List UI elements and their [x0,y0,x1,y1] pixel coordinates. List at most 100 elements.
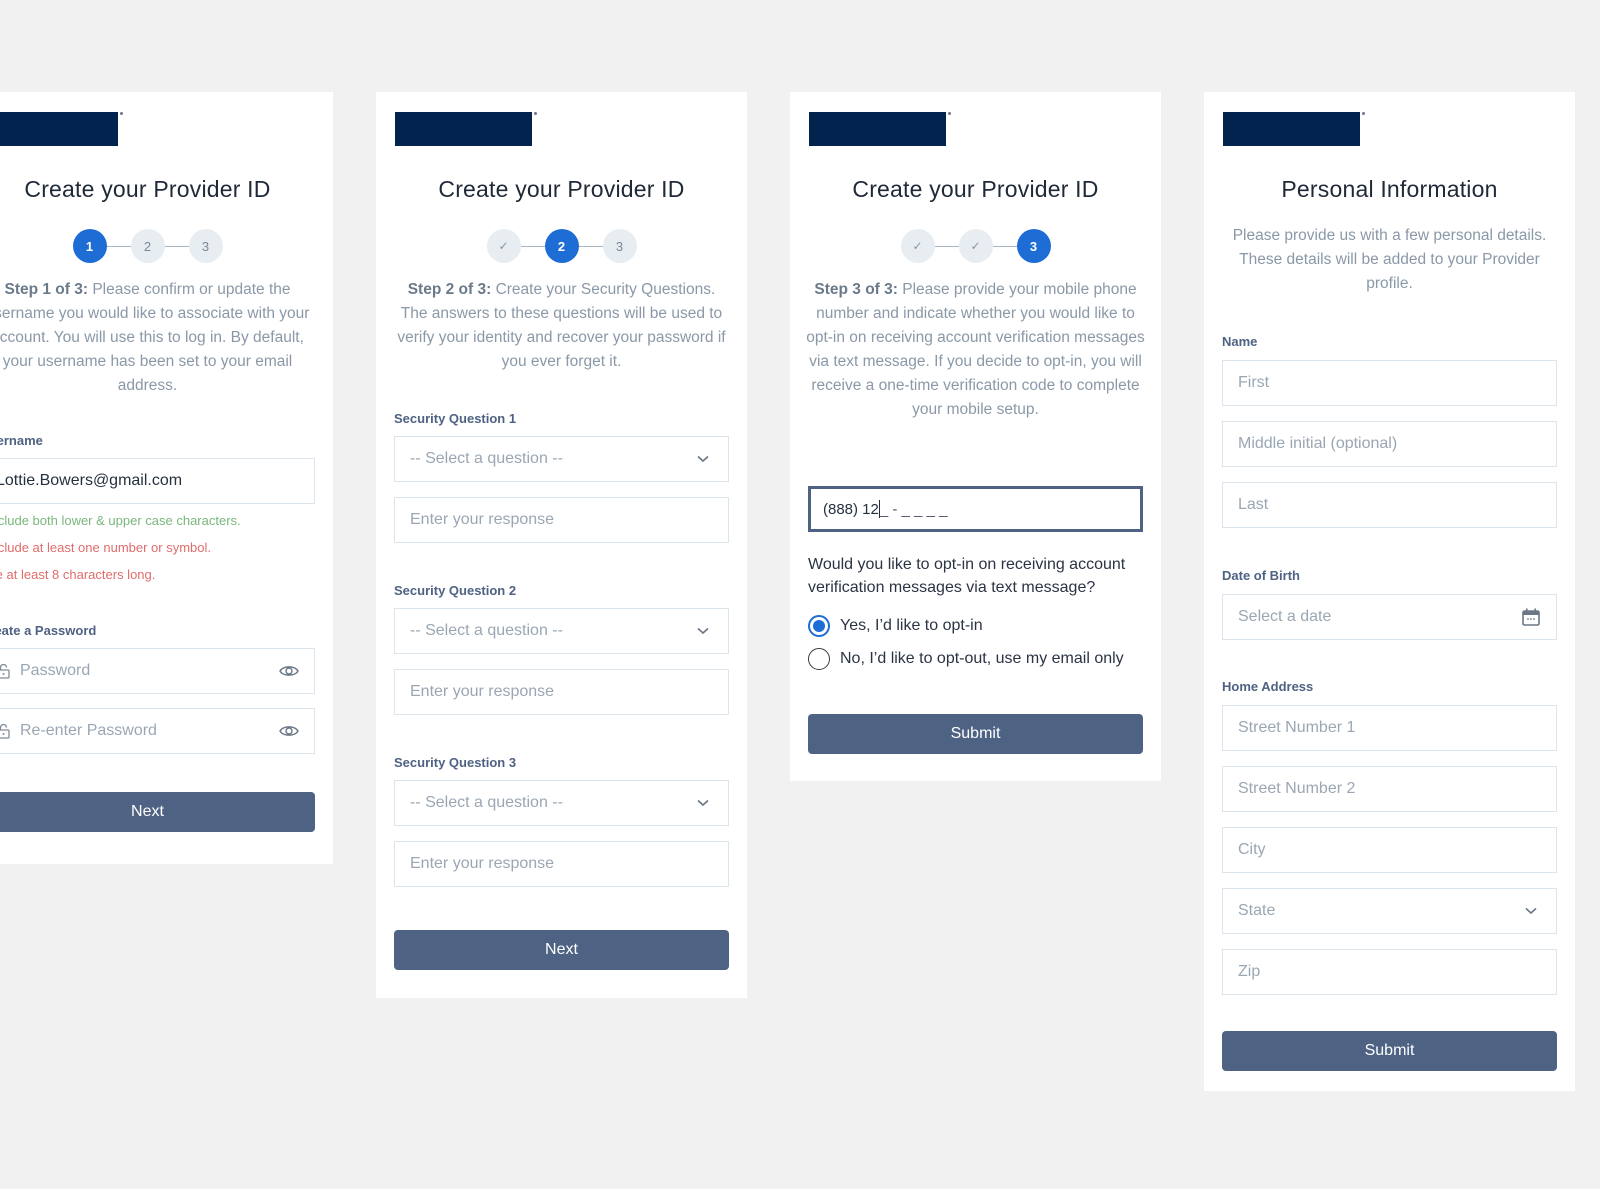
radio-unchecked-icon[interactable] [808,648,830,670]
personal-description: Please provide us with a few personal de… [1232,227,1547,292]
submit-button[interactable]: Submit [808,714,1143,754]
step1-panel: Create your Provider ID 1 2 3 Step 1 of … [0,92,333,864]
first-name-placeholder: First [1238,374,1270,391]
stepper: ✓ ✓ 3 [790,229,1161,263]
step-description: Step 1 of 3: Please confirm or update th… [0,278,315,398]
step-description-bold: Step 3 of 3: [814,281,898,298]
logo [1223,112,1365,146]
city-input[interactable]: City [1222,827,1557,873]
phone-typed-value: (888) 12 [823,500,879,518]
username-label: Username [0,433,43,448]
security-question-2-label: Security Question 2 [394,583,517,598]
response-placeholder: Enter your response [410,683,555,700]
opt-out-radio[interactable]: No, I’d like to opt-out, use my email on… [808,648,1124,670]
chevron-down-icon [1521,901,1541,921]
step-complete-check-icon: ✓ [486,229,521,263]
zip-placeholder: Zip [1238,963,1261,980]
middle-initial-input[interactable]: Middle initial (optional) [1222,421,1557,467]
eye-icon[interactable] [279,661,299,681]
step-connector [992,245,1017,247]
dob-input[interactable]: Select a date [1222,594,1557,640]
step-connector [578,245,603,247]
response-placeholder: Enter your response [410,855,555,872]
security-response-3-input[interactable]: Enter your response [394,841,729,887]
lock-icon [0,662,10,680]
street1-placeholder: Street Number 1 [1238,719,1356,736]
name-label: Name [1222,334,1258,349]
page-title: Create your Provider ID [438,176,685,202]
stepper: ✓ 2 3 [376,229,747,263]
street2-placeholder: Street Number 2 [1238,780,1356,797]
phone-mask: _ - _ _ _ _ [879,500,948,518]
security-question-1-select[interactable]: -- Select a question -- [394,436,729,482]
security-question-3-label: Security Question 3 [394,755,517,770]
step3-panel: Create your Provider ID ✓ ✓ 3 Step 3 of … [790,92,1161,781]
dob-label: Date of Birth [1222,568,1300,583]
logo [809,112,951,146]
security-question-3-select[interactable]: -- Select a question -- [394,780,729,826]
step-description-bold: Step 2 of 3: [407,281,492,298]
opt-out-label: No, I’d like to opt-out, use my email on… [840,650,1124,667]
opt-in-question: Would you like to opt-in on receiving ac… [808,556,1126,596]
personal-information-panel: Personal Information Please provide us w… [1204,92,1575,1091]
last-name-input[interactable]: Last [1222,482,1557,528]
step-connector [520,245,545,247]
password-input[interactable]: Password [0,648,315,694]
password-rule-case: Include both lower & upper case characte… [0,513,241,528]
calendar-icon[interactable] [1521,607,1541,627]
submit-button[interactable]: Submit [1222,1031,1557,1071]
state-placeholder: State [1238,902,1276,919]
step2-panel: Create your Provider ID ✓ 2 3 Step 2 of … [376,92,747,998]
radio-checked-icon[interactable] [808,615,830,637]
chevron-down-icon [693,449,713,469]
street2-input[interactable]: Street Number 2 [1222,766,1557,812]
step-indicator-1: 1 [72,229,107,263]
step-connector [106,245,131,247]
username-input[interactable]: Lottie.Bowers@gmail.com [0,458,315,504]
step-description-bold: Step 1 of 3: [4,281,89,298]
city-placeholder: City [1238,841,1266,858]
security-question-2-select[interactable]: -- Select a question -- [394,608,729,654]
last-name-placeholder: Last [1238,496,1269,513]
password-rule-number: Include at least one number or symbol. [0,540,212,555]
select-placeholder: -- Select a question -- [410,794,563,811]
step-indicator-3: 3 [602,229,637,263]
step-connector [164,245,189,247]
street1-input[interactable]: Street Number 1 [1222,705,1557,751]
page-title: Create your Provider ID [852,176,1099,202]
page-title: Personal Information [1281,176,1498,202]
reenter-password-placeholder: Re-enter Password [20,722,157,739]
mobile-phone-input[interactable]: (888) 12 _ - _ _ _ _ [808,486,1143,532]
security-response-1-input[interactable]: Enter your response [394,497,729,543]
stepper: 1 2 3 [0,229,333,263]
select-placeholder: -- Select a question -- [410,450,563,467]
step-description-text: Please provide your mobile phone number … [806,281,1145,418]
security-response-2-input[interactable]: Enter your response [394,669,729,715]
step-indicator-2: 2 [130,229,165,263]
dob-placeholder: Select a date [1238,608,1332,625]
home-address-label: Home Address [1222,679,1314,694]
zip-input[interactable]: Zip [1222,949,1557,995]
reenter-password-input[interactable]: Re-enter Password [0,708,315,754]
opt-in-yes-radio[interactable]: Yes, I’d like to opt-in [808,615,983,637]
middle-initial-placeholder: Middle initial (optional) [1238,435,1398,452]
eye-icon[interactable] [279,721,299,741]
lock-icon [0,722,10,740]
opt-in-yes-label: Yes, I’d like to opt-in [840,617,983,634]
password-rule-length: Be at least 8 characters long. [0,567,156,582]
page-title: Create your Provider ID [24,176,271,202]
logo [0,112,123,146]
username-value: Lottie.Bowers@gmail.com [0,472,183,489]
step-indicator-2: 2 [544,229,579,263]
next-button[interactable]: Next [394,930,729,970]
state-select[interactable]: State [1222,888,1557,934]
step-indicator-3: 3 [188,229,223,263]
next-button[interactable]: Next [0,792,315,832]
step-complete-check-icon: ✓ [958,229,993,263]
first-name-input[interactable]: First [1222,360,1557,406]
step-description: Step 3 of 3: Please provide your mobile … [804,278,1147,422]
step-description: Step 2 of 3: Create your Security Questi… [394,278,729,374]
response-placeholder: Enter your response [410,511,555,528]
chevron-down-icon [693,793,713,813]
security-question-1-label: Security Question 1 [394,411,517,426]
